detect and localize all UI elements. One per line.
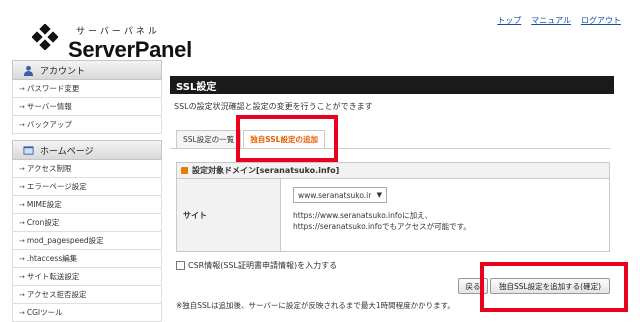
settings-panel: 設定対象ドメイン[seranatsuko.info] サイト www.seran… bbox=[176, 162, 610, 252]
sidebar-item-backup[interactable]: → バックアップ bbox=[12, 116, 162, 134]
site-note: https://www.seranatsuko.infoに加え、 https:/… bbox=[293, 210, 609, 232]
highlight-box-button bbox=[480, 262, 628, 312]
site-note-line: https://www.seranatsuko.infoに加え、 bbox=[293, 211, 433, 220]
sidebar-section-account: アカウント bbox=[12, 60, 162, 80]
arrow-right-icon: → bbox=[19, 182, 25, 191]
sidebar-item-access-deny[interactable]: → アクセス拒否設定 bbox=[12, 286, 162, 304]
page-title: SSL設定 bbox=[170, 76, 614, 94]
sidebar-item-label: .htaccess編集 bbox=[26, 254, 78, 263]
top-link[interactable]: トップ bbox=[497, 15, 521, 26]
arrow-right-icon: → bbox=[19, 164, 25, 173]
tab-ssl-list[interactable]: SSL設定の一覧 bbox=[176, 130, 242, 148]
sidebar-item-label: サイト転送設定 bbox=[26, 272, 80, 281]
csr-checkbox[interactable] bbox=[176, 261, 185, 270]
csr-option: CSR情報(SSL証明書申請情報)を入力する bbox=[176, 260, 337, 271]
sidebar-item-site-redirect[interactable]: → サイト転送設定 bbox=[12, 268, 162, 286]
sidebar-item-password-change[interactable]: → パスワード変更 bbox=[12, 80, 162, 98]
logout-link[interactable]: ログアウト bbox=[581, 15, 621, 26]
top-links: トップ マニュアル ログアウト bbox=[497, 15, 621, 26]
sidebar-item-cgi-tools[interactable]: → CGIツール bbox=[12, 304, 162, 322]
site-label: サイト bbox=[177, 179, 281, 251]
sidebar-item-label: MIME設定 bbox=[26, 200, 62, 209]
arrow-right-icon: → bbox=[19, 200, 25, 209]
arrow-right-icon: → bbox=[19, 120, 25, 129]
site-note-line: https://seranatsuko.infoでもアクセスが可能です。 bbox=[293, 222, 471, 231]
sidebar-item-mod-pagespeed[interactable]: → mod_pagespeed設定 bbox=[12, 232, 162, 250]
sidebar-item-error-page[interactable]: → エラーページ設定 bbox=[12, 178, 162, 196]
footer-note: ※独自SSLは追加後、サーバーに設定が反映されるまで最大1時間程度かかります。 bbox=[176, 301, 455, 310]
csr-label: CSR情報(SSL証明書申請情報)を入力する bbox=[188, 261, 338, 270]
sidebar-section-homepage: ホームページ bbox=[12, 140, 162, 160]
arrow-right-icon: → bbox=[19, 290, 25, 299]
bullet-icon bbox=[181, 167, 188, 174]
sidebar-item-server-info[interactable]: → サーバー情報 bbox=[12, 98, 162, 116]
sidebar-section-title: アカウント bbox=[40, 66, 86, 77]
arrow-right-icon: → bbox=[19, 84, 25, 93]
panel-header: 設定対象ドメイン[seranatsuko.info] bbox=[177, 163, 609, 179]
sidebar-item-htaccess[interactable]: → .htaccess編集 bbox=[12, 250, 162, 268]
main-content: SSL設定 SSLの設定状況確認と設定の変更を行うことができます SSL設定の一… bbox=[170, 76, 614, 310]
sidebar-section-title: ホームページ bbox=[40, 146, 94, 157]
site-field: www.seranatsuko.ir ▼ https://www.seranat… bbox=[281, 179, 609, 251]
serverpanel-logo[interactable]: サーバーパネル ServerPanel bbox=[24, 10, 192, 62]
page-description: SSLの設定状況確認と設定の変更を行うことができます bbox=[174, 102, 373, 111]
arrow-right-icon: → bbox=[19, 308, 25, 317]
home-page-icon bbox=[23, 145, 34, 155]
manual-link[interactable]: マニュアル bbox=[531, 15, 571, 26]
sidebar-item-label: mod_pagespeed設定 bbox=[26, 236, 104, 245]
arrow-right-icon: → bbox=[19, 218, 25, 227]
sidebar-item-mime[interactable]: → MIME設定 bbox=[12, 196, 162, 214]
sidebar-item-label: アクセス拒否設定 bbox=[26, 290, 87, 299]
sidebar: アカウント → パスワード変更 → サーバー情報 → バックアップ ホームページ → ア… bbox=[12, 60, 162, 322]
sidebar-item-label: パスワード変更 bbox=[26, 84, 80, 93]
user-icon bbox=[23, 65, 34, 76]
sidebar-item-label: アクセス制限 bbox=[26, 164, 72, 173]
arrow-right-icon: → bbox=[19, 236, 25, 245]
arrow-right-icon: → bbox=[19, 272, 25, 281]
site-select[interactable]: www.seranatsuko.ir ▼ bbox=[293, 187, 387, 203]
highlight-box-tab bbox=[236, 115, 338, 162]
sidebar-item-label: エラーページ設定 bbox=[26, 182, 87, 191]
sidebar-item-label: サーバー情報 bbox=[26, 102, 72, 111]
sidebar-item-label: CGIツール bbox=[26, 308, 63, 317]
site-row: サイト www.seranatsuko.ir ▼ https://www.ser… bbox=[177, 179, 609, 251]
sidebar-item-label: バックアップ bbox=[26, 120, 72, 129]
sidebar-item-label: Cron設定 bbox=[26, 218, 60, 227]
logo-diamond-icon bbox=[32, 24, 58, 50]
panel-title: 設定対象ドメイン[seranatsuko.info] bbox=[192, 166, 340, 175]
site-select-value: www.seranatsuko.ir bbox=[298, 190, 372, 200]
sidebar-item-cron[interactable]: → Cron設定 bbox=[12, 214, 162, 232]
arrow-right-icon: → bbox=[19, 102, 25, 111]
logo-kana: サーバーパネル bbox=[76, 27, 160, 37]
chevron-down-icon: ▼ bbox=[376, 191, 382, 199]
arrow-right-icon: → bbox=[19, 254, 25, 263]
sidebar-item-access-restriction[interactable]: → アクセス制限 bbox=[12, 160, 162, 178]
